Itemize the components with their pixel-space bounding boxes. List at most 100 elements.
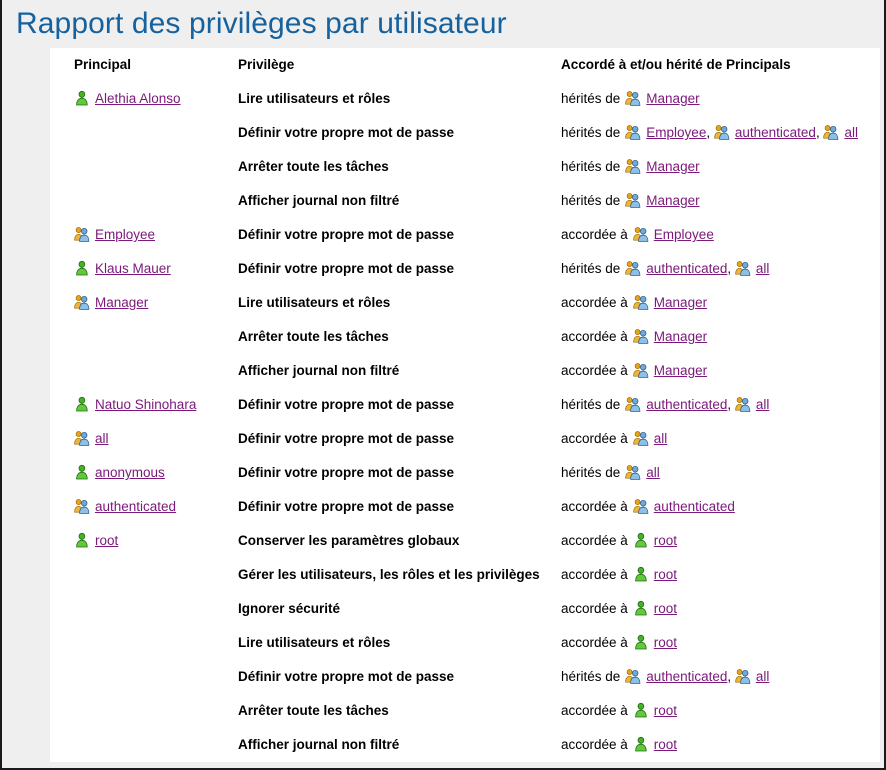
principal-container <box>50 320 220 354</box>
principal-link[interactable]: Manager <box>654 329 707 344</box>
principal-entry[interactable]: Natuo Shinohara <box>74 388 196 422</box>
cell-granted: hérités de authenticated, all <box>531 388 880 422</box>
principal-link[interactable]: root <box>654 567 677 582</box>
principal-entry[interactable]: Manager <box>74 286 148 320</box>
principal-entry[interactable]: root <box>74 524 118 558</box>
principal-link[interactable]: Klaus Mauer <box>95 261 171 276</box>
group-icon <box>633 328 649 344</box>
principal-link[interactable]: root <box>654 533 677 548</box>
granted-container: accordée à all <box>531 422 880 456</box>
principal-link[interactable]: root <box>654 601 677 616</box>
user-icon <box>74 396 90 412</box>
principal-link[interactable]: all <box>844 125 858 140</box>
principal-entry[interactable]: Alethia Alonso <box>74 82 181 116</box>
cell-granted: accordée à Manager <box>531 320 880 354</box>
principal-link[interactable]: all <box>654 431 668 446</box>
granted-principal[interactable]: root <box>633 592 677 626</box>
principal-link[interactable]: Manager <box>654 363 707 378</box>
principal-link[interactable]: Manager <box>646 159 699 174</box>
cell-principal <box>50 660 220 694</box>
cell-privilege: Définir votre propre mot de passe <box>220 422 531 456</box>
granted-principal[interactable]: root <box>633 524 677 558</box>
group-icon <box>633 362 649 378</box>
granted-principal[interactable]: authenticated <box>633 490 735 524</box>
principal-link[interactable]: all <box>756 669 770 684</box>
granted-principal[interactable]: all <box>625 456 660 490</box>
granted-container: hérités de authenticated, all <box>531 388 880 422</box>
principal-entry[interactable]: anonymous <box>74 456 165 490</box>
principal-link[interactable]: authenticated <box>735 125 816 140</box>
granted-principal[interactable]: Manager <box>625 184 700 218</box>
principal-link[interactable]: Manager <box>646 91 699 106</box>
privilege-label: Ignorer sécurité <box>238 601 341 616</box>
principal-link[interactable]: root <box>95 533 118 548</box>
principal-container: Klaus Mauer <box>50 252 220 286</box>
principal-link[interactable]: root <box>654 737 677 752</box>
relation-label: hérités de <box>561 193 621 208</box>
granted-container: hérités de Employee, authenticated, all <box>531 116 880 150</box>
granted-principal[interactable]: root <box>633 694 677 728</box>
principal-link[interactable]: authenticated <box>95 499 176 514</box>
granted-container: accordée à authenticated <box>531 490 880 524</box>
principal-link[interactable]: all <box>756 397 770 412</box>
granted-container: hérités de Manager <box>531 184 880 218</box>
granted-container: hérités de Manager <box>531 82 880 116</box>
principal-link[interactable]: Manager <box>95 295 148 310</box>
principal-container: all <box>50 422 220 456</box>
principal-entry[interactable]: authenticated <box>74 490 176 524</box>
granted-principal[interactable]: all <box>823 116 858 150</box>
principal-link[interactable]: all <box>95 431 109 446</box>
granted-principal[interactable]: Manager <box>625 150 700 184</box>
table-row: Définir votre propre mot de passe hérités… <box>50 116 880 150</box>
principal-container: Natuo Shinohara <box>50 388 220 422</box>
granted-principal[interactable]: authenticated <box>625 660 727 694</box>
principal-link[interactable]: Alethia Alonso <box>95 91 181 106</box>
granted-principal[interactable]: all <box>735 660 770 694</box>
granted-principal[interactable]: all <box>633 422 668 456</box>
principal-link[interactable]: root <box>654 635 677 650</box>
cell-granted: accordée à Manager <box>531 286 880 320</box>
granted-principal[interactable]: all <box>735 252 770 286</box>
granted-container: accordée à root <box>531 524 880 558</box>
privilege-label: Définir votre propre mot de passe <box>238 465 455 480</box>
principal-link[interactable]: authenticated <box>646 397 727 412</box>
granted-principal[interactable]: root <box>633 558 677 592</box>
separator: , <box>727 669 735 684</box>
privilege-label: Définir votre propre mot de passe <box>238 669 455 684</box>
granted-principal[interactable]: all <box>735 388 770 422</box>
principal-link[interactable]: Employee <box>646 125 706 140</box>
principal-link[interactable]: Manager <box>654 295 707 310</box>
principal-link[interactable]: Manager <box>646 193 699 208</box>
principal-entry[interactable]: Employee <box>74 218 155 252</box>
principal-link[interactable]: Natuo Shinohara <box>95 397 196 412</box>
cell-privilege: Définir votre propre mot de passe <box>220 218 531 252</box>
principal-link[interactable]: anonymous <box>95 465 165 480</box>
cell-granted: accordée à all <box>531 422 880 456</box>
table-row: Arrêter toute les tâches accordée à Manage… <box>50 320 880 354</box>
principal-entry[interactable]: Klaus Mauer <box>74 252 171 286</box>
granted-principal[interactable]: Manager <box>633 320 707 354</box>
principal-link[interactable]: authenticated <box>654 499 735 514</box>
group-icon <box>823 124 839 140</box>
principal-entry[interactable]: all <box>74 422 109 456</box>
principal-link[interactable]: all <box>646 465 660 480</box>
cell-privilege: Afficher journal non filtré <box>220 184 531 218</box>
granted-principal[interactable]: root <box>633 728 677 762</box>
granted-principal[interactable]: authenticated <box>625 388 727 422</box>
granted-principal[interactable]: Manager <box>633 354 707 388</box>
granted-principal[interactable]: Manager <box>633 286 707 320</box>
group-icon <box>735 396 751 412</box>
granted-principal[interactable]: Manager <box>625 82 700 116</box>
relation-label: hérités de <box>561 159 621 174</box>
principal-link[interactable]: Employee <box>95 227 155 242</box>
granted-principal[interactable]: authenticated <box>714 116 816 150</box>
granted-principal[interactable]: root <box>633 626 677 660</box>
principal-link[interactable]: authenticated <box>646 261 727 276</box>
principal-link[interactable]: root <box>654 703 677 718</box>
principal-link[interactable]: all <box>756 261 770 276</box>
granted-principal[interactable]: Employee <box>625 116 706 150</box>
granted-principal[interactable]: Employee <box>633 218 714 252</box>
principal-link[interactable]: authenticated <box>646 669 727 684</box>
granted-principal[interactable]: authenticated <box>625 252 727 286</box>
principal-link[interactable]: Employee <box>654 227 714 242</box>
